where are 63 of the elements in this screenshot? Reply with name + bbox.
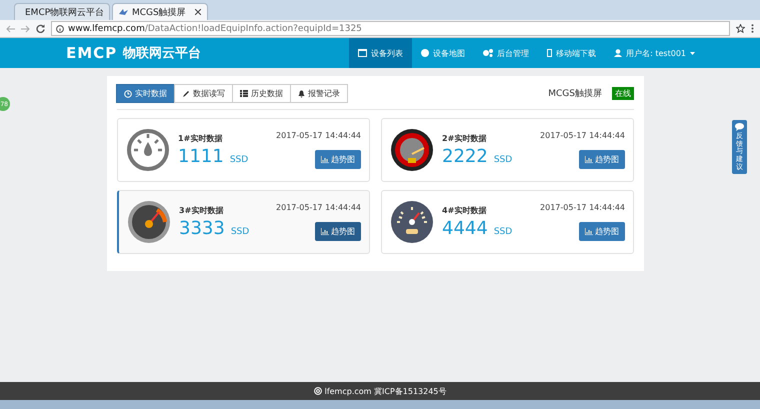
- chart-icon: [585, 156, 593, 163]
- tab[interactable]: 数据读写: [174, 84, 233, 103]
- unit-label: SSD: [494, 227, 512, 237]
- timestamp: 2017-05-17 14:44:44: [276, 203, 361, 212]
- unit-label: SSD: [494, 155, 512, 165]
- status-label: 在线: [612, 87, 634, 100]
- menu-icon[interactable]: [751, 24, 754, 33]
- user-icon: [614, 49, 622, 57]
- card-title: 4#实时数据: [442, 205, 488, 216]
- unit-label: SSD: [230, 227, 250, 237]
- tab-title: MCGS触摸屏: [132, 6, 187, 18]
- close-icon[interactable]: [195, 9, 201, 15]
- bell-icon: [298, 90, 305, 98]
- browser-tab[interactable]: EMCP物联网云平台: [14, 3, 110, 20]
- speedometer-drawing: [127, 200, 171, 244]
- speedometer-icon: [390, 200, 434, 244]
- star-icon[interactable]: [736, 24, 745, 33]
- address-field[interactable]: www.lfemcp.com/DataAction!loadEquipInfo.action?equipId=1325: [51, 21, 730, 36]
- nav-link[interactable]: 移动端下载: [538, 38, 606, 68]
- footer-text: lfemcp.com 冀ICP备1513245号: [324, 386, 446, 396]
- chart-icon: [585, 228, 593, 235]
- nav-link[interactable]: 设备列表: [349, 38, 412, 68]
- browser-tab[interactable]: MCGS触摸屏: [112, 3, 208, 20]
- clock-icon: [124, 90, 132, 98]
- chart-icon: [321, 228, 329, 235]
- timestamp: 2017-05-17 14:44:44: [540, 203, 625, 212]
- pencil-icon: [182, 90, 190, 98]
- trend-button[interactable]: 趋势图: [579, 150, 625, 169]
- trend-button[interactable]: 趋势图: [315, 222, 361, 241]
- trend-button[interactable]: 趋势图: [315, 150, 361, 169]
- list-icon: [240, 90, 248, 97]
- speedometer-drawing: [390, 128, 434, 172]
- card-title: 2#实时数据: [442, 133, 488, 144]
- reload-icon[interactable]: [36, 24, 45, 33]
- unit-label: SSD: [230, 155, 248, 165]
- data-value: 1111: [178, 146, 224, 167]
- chart-icon: [321, 156, 329, 163]
- card-title: 1#实时数据: [178, 133, 224, 144]
- gauge-icon: [126, 128, 170, 172]
- data-value: 4444: [442, 218, 488, 239]
- timestamp: 2017-05-17 14:44:44: [540, 131, 625, 140]
- nav-link[interactable]: 用户名: test001: [605, 38, 704, 68]
- phone-icon: [547, 49, 552, 57]
- device-name: MCGS触摸屏: [548, 88, 602, 100]
- info-icon: [56, 24, 64, 32]
- nav-link[interactable]: 设备地图: [412, 38, 474, 68]
- nav-link[interactable]: 后台管理: [474, 38, 538, 68]
- logo[interactable]: EMCP: [66, 44, 118, 62]
- list-icon: [358, 49, 368, 57]
- site-title: 物联网云平台: [123, 45, 202, 62]
- timestamp: 2017-05-17 14:44:44: [276, 131, 361, 140]
- tab[interactable]: 实时数据: [116, 84, 175, 103]
- tab[interactable]: 历史数据: [232, 84, 291, 103]
- data-value: 3333: [179, 218, 225, 239]
- card-title: 3#实时数据: [179, 205, 224, 216]
- page-icon: [119, 8, 128, 16]
- tab[interactable]: 报警记录: [290, 84, 348, 103]
- tab-title: EMCP物联网云平台: [25, 6, 104, 18]
- copyright-icon: [314, 387, 322, 395]
- caret-icon: [690, 52, 695, 54]
- data-value: 2222: [442, 146, 488, 167]
- speech-bubble-icon: [735, 123, 744, 131]
- trend-button[interactable]: 趋势图: [579, 222, 625, 241]
